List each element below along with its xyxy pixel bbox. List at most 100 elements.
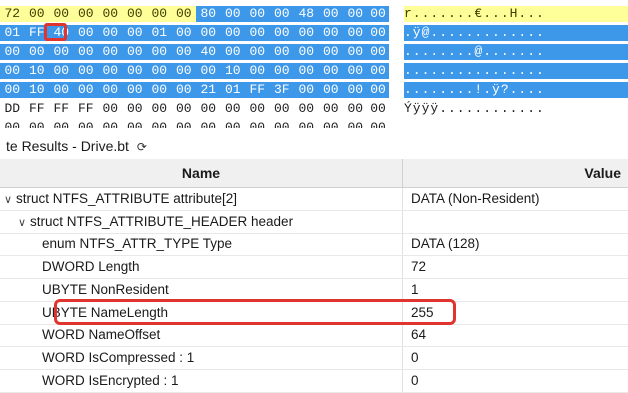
hex-byte[interactable]: 00	[245, 44, 270, 60]
hex-byte[interactable]: 00	[0, 44, 25, 60]
hex-byte[interactable]: 00	[171, 82, 196, 98]
hex-byte[interactable]: FF	[49, 101, 74, 117]
hex-byte[interactable]: 00	[269, 44, 294, 60]
hex-ascii[interactable]: ........!.ÿ?....	[404, 82, 628, 98]
hex-byte[interactable]: 00	[220, 25, 245, 41]
hex-byte[interactable]: 00	[294, 25, 319, 41]
hex-byte[interactable]: 00	[49, 44, 74, 60]
hex-byte[interactable]: 3F	[269, 82, 294, 98]
hex-byte[interactable]: 00	[98, 44, 123, 60]
hex-byte[interactable]: 00	[0, 63, 25, 79]
hex-byte[interactable]: 00	[367, 25, 389, 41]
hex-byte[interactable]: 00	[294, 44, 319, 60]
hex-row[interactable]: DD FF FF FF 00 00 00 00 00 00 00 00 00 00 00 00 Ýÿÿÿ....…	[0, 101, 628, 117]
hex-byte[interactable]: 00	[318, 63, 343, 79]
hex-byte[interactable]: 00	[343, 25, 368, 41]
hex-byte[interactable]: 00	[245, 25, 270, 41]
hex-byte[interactable]: 10	[24, 63, 49, 79]
hex-editor-pane[interactable]: 72 00 00 00 00 00 00 00 80 00 00 00 48 00 00 00 r.......…	[0, 0, 628, 128]
hex-byte[interactable]: 00	[122, 120, 147, 128]
hex-byte[interactable]: 00	[318, 101, 343, 117]
hex-byte[interactable]: 00	[73, 44, 98, 60]
hex-byte[interactable]: 00	[269, 120, 294, 128]
hex-byte[interactable]: 00	[49, 6, 74, 22]
hex-byte[interactable]: 48	[294, 6, 319, 22]
hex-byte[interactable]: 00	[24, 6, 49, 22]
hex-byte[interactable]: 00	[147, 101, 172, 117]
hex-byte[interactable]: 00	[73, 63, 98, 79]
hex-byte[interactable]: 00	[196, 25, 221, 41]
hex-row[interactable]: 00 10 00 00 00 00 00 00 21 01 FF 3F 00 00 00 00........…	[0, 82, 628, 98]
hex-byte[interactable]: 00	[318, 6, 343, 22]
hex-byte[interactable]: 00	[0, 82, 25, 98]
hex-byte[interactable]: 00	[367, 82, 389, 98]
hex-byte[interactable]: 00	[343, 44, 368, 60]
hex-byte[interactable]: 21	[196, 82, 221, 98]
table-row[interactable]: DWORD Length 72	[0, 256, 628, 280]
hex-byte[interactable]: 00	[220, 101, 245, 117]
hex-row[interactable]: 00 10 00 00 00 00 00 00 00 10 00 00 00 00 00 00........…	[0, 63, 628, 79]
hex-byte[interactable]: 00	[318, 120, 343, 128]
hex-byte[interactable]: 00	[147, 44, 172, 60]
hex-row[interactable]: 00 00 00 00 00 00 00 00 40 00 00 00 00 00 00 00........…	[0, 44, 628, 60]
hex-byte[interactable]: 00	[196, 120, 221, 128]
hex-byte[interactable]: 00	[171, 25, 196, 41]
hex-byte[interactable]: 00	[294, 63, 319, 79]
hex-byte[interactable]: 00	[294, 101, 319, 117]
hex-byte[interactable]: 00	[220, 6, 245, 22]
hex-byte[interactable]: 00	[171, 120, 196, 128]
hex-byte[interactable]: 00	[367, 101, 389, 117]
hex-byte[interactable]: 00	[367, 6, 389, 22]
hex-row[interactable]: 00 00 00 00 00 00 00 00 00 00 00 00 00 00 00 00	[0, 120, 628, 128]
hex-byte[interactable]: 00	[367, 44, 389, 60]
table-row[interactable]: UBYTE NonResident 1	[0, 278, 628, 302]
hex-byte[interactable]: 00	[318, 82, 343, 98]
hex-ascii[interactable]: ................	[404, 63, 628, 79]
table-row[interactable]: UBYTE NameLength 255	[0, 301, 628, 325]
hex-byte[interactable]: 00	[147, 82, 172, 98]
hex-byte[interactable]: 72	[0, 6, 25, 22]
hex-byte[interactable]: 00	[245, 6, 270, 22]
hex-byte[interactable]: 00	[196, 63, 221, 79]
hex-byte[interactable]: 00	[171, 101, 196, 117]
hex-row[interactable]: 72 00 00 00 00 00 00 00 80 00 00 00 48 00 00 00 r.......…	[0, 6, 628, 22]
hex-byte[interactable]: 00	[73, 82, 98, 98]
hex-byte[interactable]: 00	[367, 63, 389, 79]
hex-byte[interactable]: 00	[98, 25, 123, 41]
table-row[interactable]: ∨ struct NTFS_ATTRIBUTE attribute[2] DATA …	[0, 188, 628, 211]
hex-byte[interactable]: 00	[147, 120, 172, 128]
hex-byte[interactable]: 80	[196, 6, 221, 22]
hex-byte[interactable]: 00	[318, 25, 343, 41]
hex-byte[interactable]: 00	[269, 25, 294, 41]
hex-ascii[interactable]: .ÿ@.............	[404, 25, 628, 41]
hex-byte[interactable]: 00	[73, 6, 98, 22]
table-row[interactable]: WORD IsEncrypted : 1 0	[0, 369, 628, 393]
hex-byte[interactable]: 00	[269, 63, 294, 79]
hex-byte[interactable]: 00	[147, 63, 172, 79]
hex-byte[interactable]: 00	[49, 82, 74, 98]
hex-byte[interactable]: 00	[98, 120, 123, 128]
hex-byte[interactable]: 00	[122, 101, 147, 117]
hex-byte[interactable]: 10	[24, 82, 49, 98]
hex-byte[interactable]: 01	[0, 25, 25, 41]
hex-byte[interactable]: 10	[220, 63, 245, 79]
hex-byte[interactable]: 00	[220, 120, 245, 128]
hex-byte[interactable]: 00	[98, 82, 123, 98]
hex-byte[interactable]: FF	[245, 82, 270, 98]
hex-byte[interactable]: 00	[343, 63, 368, 79]
hex-byte[interactable]: 00	[196, 101, 221, 117]
hex-byte[interactable]: 00	[294, 120, 319, 128]
hex-byte[interactable]: 00	[147, 6, 172, 22]
hex-byte[interactable]: 00	[0, 120, 25, 128]
hex-byte[interactable]: 00	[122, 63, 147, 79]
hex-byte[interactable]: 00	[49, 120, 74, 128]
hex-ascii[interactable]: ........@.......	[404, 44, 628, 60]
hex-byte[interactable]: 00	[343, 6, 368, 22]
hex-byte[interactable]: 00	[294, 82, 319, 98]
hex-byte[interactable]: 00	[220, 44, 245, 60]
table-row[interactable]: WORD IsCompressed : 1 0	[0, 346, 628, 370]
hex-byte[interactable]: 00	[367, 120, 389, 128]
hex-byte[interactable]: 00	[73, 25, 98, 41]
chevron-down-icon[interactable]: ∨	[4, 189, 16, 210]
hex-byte[interactable]: 00	[343, 101, 368, 117]
